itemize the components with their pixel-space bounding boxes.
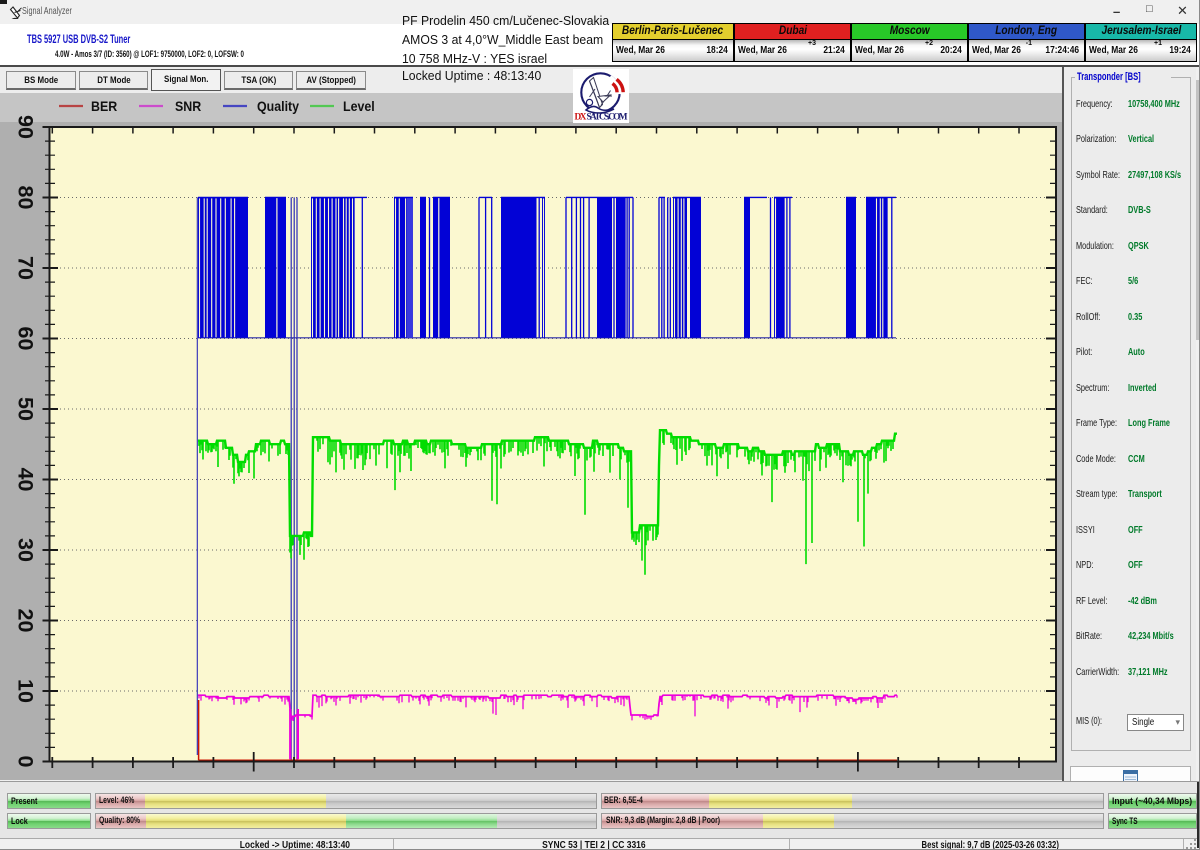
- svg-text:70: 70: [14, 256, 38, 280]
- svg-text:Level: Level: [343, 99, 375, 115]
- svg-text:90: 90: [14, 115, 38, 139]
- svg-text:60: 60: [14, 327, 38, 351]
- svg-text:SNR: SNR: [175, 99, 202, 115]
- svg-text:DX: DX: [575, 113, 587, 123]
- svg-text:BER: BER: [91, 99, 118, 115]
- svg-text:30: 30: [14, 538, 38, 562]
- svg-text:Quality: Quality: [257, 99, 300, 115]
- svg-text:50: 50: [14, 397, 38, 421]
- svg-text:0: 0: [14, 756, 38, 768]
- svg-text:40: 40: [14, 468, 38, 492]
- svg-text:SATCS.COM: SATCS.COM: [587, 113, 628, 123]
- svg-text:10: 10: [14, 679, 38, 703]
- svg-text:80: 80: [14, 186, 38, 210]
- svg-text:20: 20: [14, 609, 38, 633]
